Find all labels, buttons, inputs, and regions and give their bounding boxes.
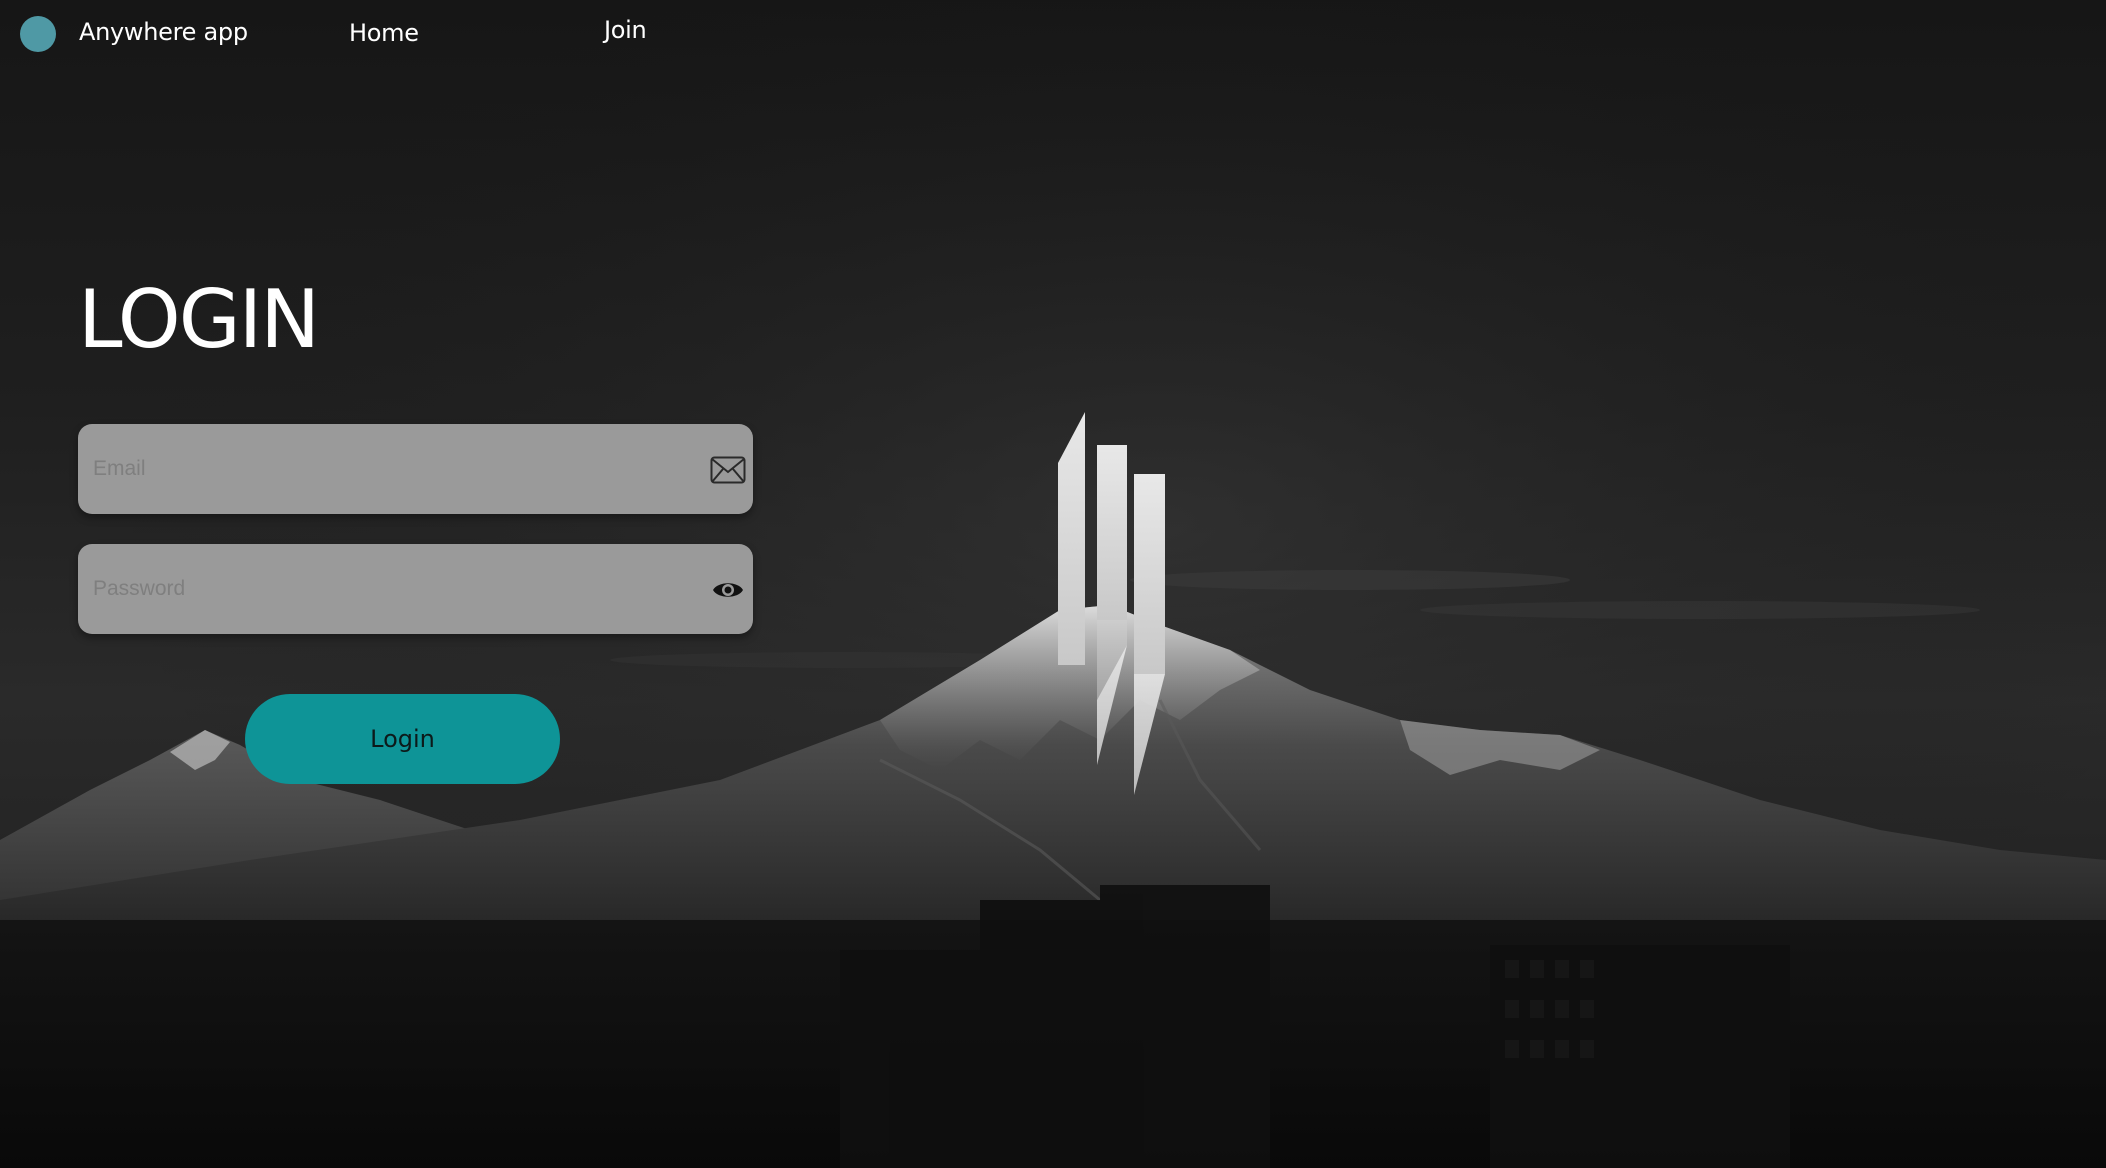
password-field-container bbox=[78, 544, 753, 634]
nav-link-home[interactable]: Home bbox=[349, 18, 419, 48]
vertical-bars-logo-icon bbox=[1058, 412, 1165, 795]
email-field-container bbox=[78, 424, 753, 514]
email-input[interactable] bbox=[78, 424, 753, 514]
nav-brand-name[interactable]: Anywhere app bbox=[79, 17, 248, 47]
nav-logo-icon[interactable] bbox=[20, 16, 56, 52]
nav-link-join[interactable]: Join bbox=[604, 15, 647, 45]
password-input[interactable] bbox=[78, 544, 753, 634]
page-title: LOGIN bbox=[78, 273, 320, 366]
eye-icon[interactable] bbox=[709, 574, 747, 606]
login-button[interactable]: Login bbox=[245, 694, 560, 784]
envelope-icon bbox=[709, 454, 747, 486]
